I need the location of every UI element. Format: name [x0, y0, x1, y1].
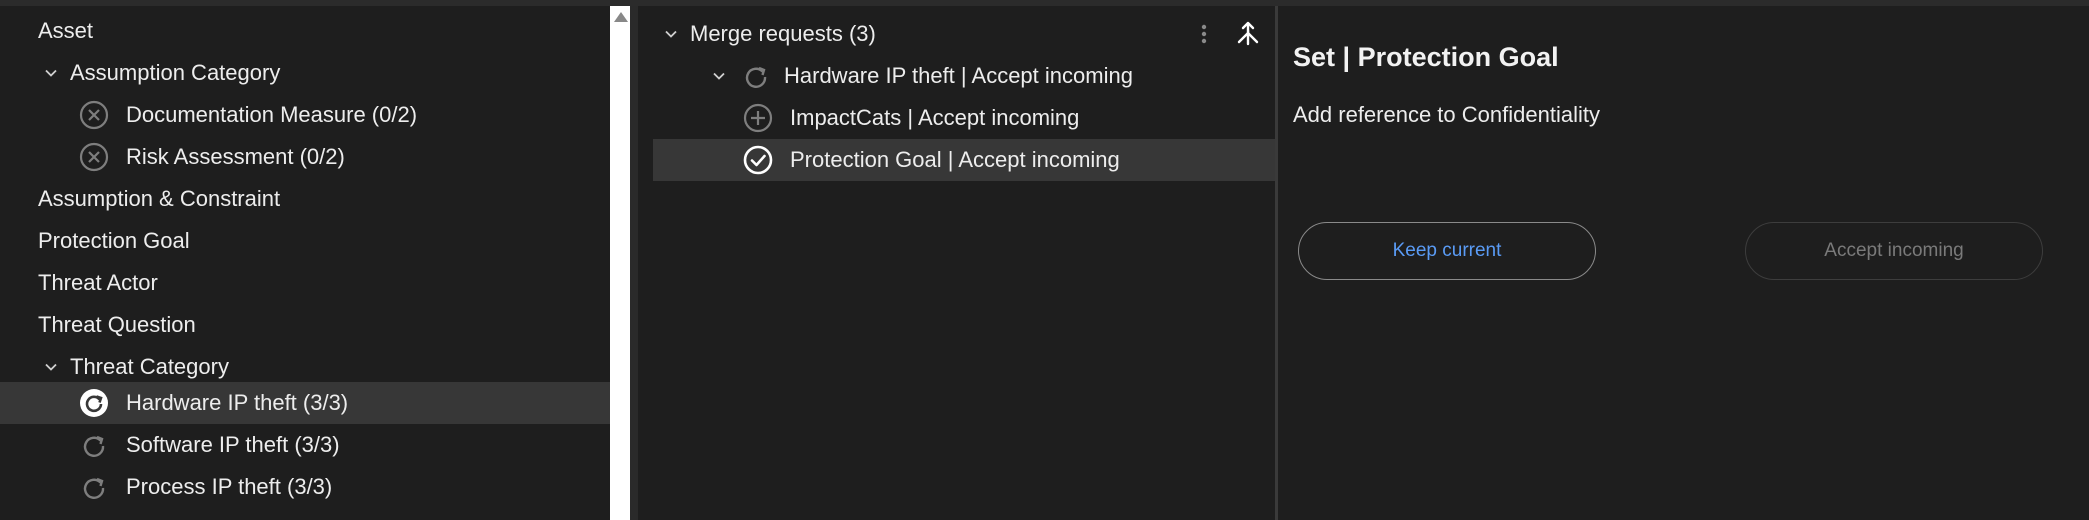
- panel-gutter: [630, 6, 638, 520]
- tree-item-label: Software IP theft (3/3): [126, 432, 340, 457]
- tree-item-label: Protection Goal: [38, 228, 190, 253]
- tree-item-documentation-measure[interactable]: Documentation Measure (0/2): [0, 94, 610, 136]
- refresh-circle-icon: [78, 387, 110, 419]
- tree-item-label: Asset: [38, 18, 94, 43]
- tree-item-risk-assessment[interactable]: Risk Assessment (0/2): [0, 136, 610, 178]
- tree-item-label: Threat Actor: [38, 270, 158, 295]
- check-circle-icon: [742, 144, 774, 176]
- tree-item-label: Threat Category: [70, 354, 229, 379]
- scroll-up-arrow-icon[interactable]: [614, 12, 628, 22]
- tree-item-label: Assumption & Constraint: [38, 186, 281, 211]
- detail-title: Set | Protection Goal: [1293, 42, 1559, 72]
- merge-icon[interactable]: [1234, 16, 1262, 52]
- merge-requests-title: Merge requests (3): [690, 21, 876, 46]
- tree-item-label: Process IP theft (3/3): [126, 474, 333, 499]
- tree-item-assumption-category[interactable]: Assumption Category: [0, 52, 610, 94]
- tree-scrollbar[interactable]: [610, 6, 630, 520]
- tree-item-hardware-ip-theft[interactable]: Hardware IP theft (3/3): [0, 382, 610, 424]
- x-circle-icon: [78, 141, 110, 173]
- tree-item-label: Documentation Measure (0/2): [126, 102, 418, 127]
- refresh-icon: [740, 60, 772, 92]
- keep-current-button[interactable]: Keep current: [1298, 222, 1596, 280]
- chevron-down-icon[interactable]: [660, 23, 682, 45]
- tree-item-software-ip-theft[interactable]: Software IP theft (3/3): [0, 424, 610, 466]
- tree-item-label: Threat Question: [38, 312, 196, 337]
- tree-item-label: Risk Assessment (0/2): [126, 144, 345, 169]
- merge-item-label: Hardware IP theft | Accept incoming: [784, 63, 1133, 88]
- more-vertical-icon[interactable]: [1190, 16, 1218, 52]
- chevron-down-icon[interactable]: [40, 356, 62, 378]
- merge-item-hardware-ip-theft[interactable]: Hardware IP theft | Accept incoming: [638, 55, 1275, 97]
- chevron-down-icon[interactable]: [708, 65, 730, 87]
- refresh-circle-icon: [78, 471, 110, 503]
- refresh-circle-icon: [78, 429, 110, 461]
- tree-item-protection-goal[interactable]: Protection Goal: [0, 220, 610, 262]
- merge-item-impactcats[interactable]: ImpactCats | Accept incoming: [638, 97, 1275, 139]
- merge-requests-panel: Merge requests (3) Hardware IP theft | A…: [638, 6, 1275, 520]
- chevron-down-icon[interactable]: [40, 62, 62, 84]
- merge-item-label: ImpactCats | Accept incoming: [790, 105, 1080, 130]
- merge-requests-header[interactable]: Merge requests (3): [638, 13, 1275, 55]
- tree-item-process-ip-theft[interactable]: Process IP theft (3/3): [0, 466, 610, 508]
- accept-incoming-button[interactable]: Accept incoming: [1745, 222, 2043, 280]
- tree-item-assumption-constraint[interactable]: Assumption & Constraint: [0, 178, 610, 220]
- tree-item-asset[interactable]: Asset: [0, 10, 610, 52]
- tree-item-label: Hardware IP theft (3/3): [126, 390, 349, 415]
- detail-panel: Set | Protection Goal Add reference to C…: [1278, 6, 2089, 520]
- plus-circle-icon: [742, 102, 774, 134]
- merge-item-label: Protection Goal | Accept incoming: [790, 147, 1120, 172]
- tree-panel: Asset Assumption Category Documentation …: [0, 6, 610, 520]
- merge-item-protection-goal[interactable]: Protection Goal | Accept incoming: [653, 139, 1275, 181]
- tree-item-threat-question[interactable]: Threat Question: [0, 304, 610, 346]
- x-circle-icon: [78, 99, 110, 131]
- detail-description: Add reference to Confidentiality: [1293, 102, 1600, 127]
- tree-item-label: Assumption Category: [70, 60, 281, 85]
- tree-item-threat-actor[interactable]: Threat Actor: [0, 262, 610, 304]
